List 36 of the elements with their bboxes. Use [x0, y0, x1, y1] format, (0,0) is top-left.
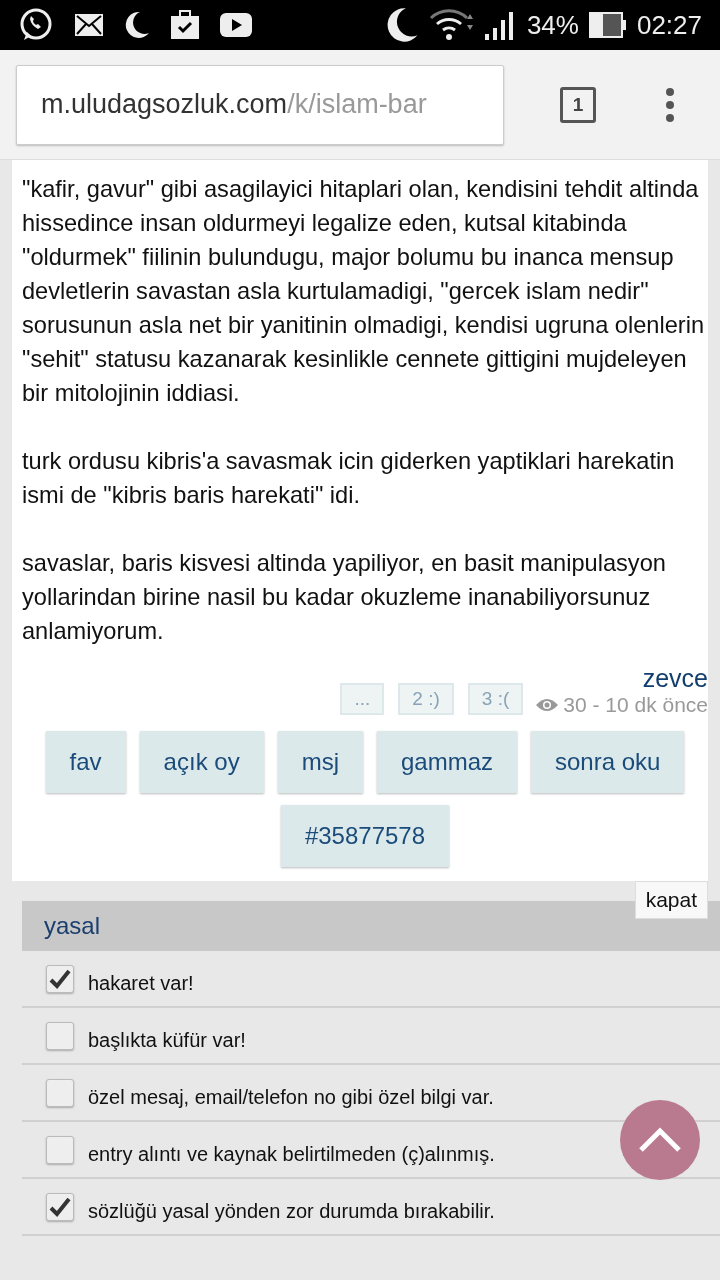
action-button[interactable]: açık oy [139, 731, 264, 793]
option-label[interactable]: özel mesaj, email/telefon no gibi özel bilgi var. [88, 1086, 494, 1109]
checkbox[interactable] [46, 964, 74, 993]
entry-paragraph: savaslar, baris kisvesi altinda yapiliyor, en basit manipulasyon yollarindan birine nasil bu kadar okuzleme inanabiliyorsunuz anlamiyorum. [22, 549, 667, 646]
moon-icon [124, 11, 150, 39]
battery-icon [588, 12, 627, 38]
play-icon [220, 13, 252, 37]
address-bar[interactable]: m.uludagsozluk.com/k/islam-bar [16, 64, 504, 145]
clock: 02:27 [636, 9, 702, 41]
mail-icon [74, 13, 104, 37]
entry-id-button[interactable]: #35877578 [280, 805, 450, 867]
wifi-icon [428, 8, 475, 42]
checkbox[interactable] [46, 1135, 74, 1164]
action-button[interactable]: sonra oku [531, 731, 685, 793]
option-label[interactable]: entry alıntı ve kaynak belirtilmeden (ç)alınmış. [88, 1143, 495, 1166]
action-button[interactable]: msj [277, 731, 363, 793]
close-button[interactable]: kapat [634, 881, 708, 919]
tab-count-button[interactable]: 1 [560, 86, 596, 123]
checkbox[interactable] [46, 1021, 74, 1050]
view-count-time: 30 - 10 dk önce [563, 693, 708, 717]
chat-bubble-icon [18, 7, 54, 43]
entry-paragraph: turk ordusu kibris'a savasmak icin giderken yaptiklari harekatin ismi de "kibris baris harekati" idi. [22, 447, 676, 510]
briefcase-icon [170, 10, 200, 40]
chevron-up-icon [638, 1127, 682, 1153]
eye-icon [535, 697, 560, 713]
checkbox[interactable] [46, 1192, 74, 1221]
entry-paragraph: "kafir, gavur" gibi asagilayici hitaplari olan, kendisini tehdit altinda hissedince insan oldurmeyi legalize eden, kutsal kitabinda "oldurmek" fiilinin bulundugu, major bolumu bu inanca mensup devletlerin savastan asla kurtulamadigi, "gercek islam nedir" sorusunun asla net bir yanitinin olmadigi, kendisi ugruna olenlerin "sehit" statusu kazanarak kesinlikle cennete gittigini mujdeleyen bir mitolojinin iddiasi. [22, 175, 705, 408]
more-icon[interactable] [664, 86, 676, 123]
battery-percentage: 34% [526, 9, 579, 41]
option-label[interactable]: sözlüğü yasal yönden zor durumda bırakabilir. [88, 1200, 495, 1223]
checkbox[interactable] [46, 1078, 74, 1107]
option-label[interactable]: hakaret var! [88, 972, 194, 995]
author-link[interactable]: zevce [642, 664, 708, 693]
action-button[interactable]: gammaz [376, 731, 517, 793]
action-button[interactable]: fav [45, 731, 126, 793]
option-label[interactable]: başlıkta küfür var! [88, 1029, 246, 1052]
